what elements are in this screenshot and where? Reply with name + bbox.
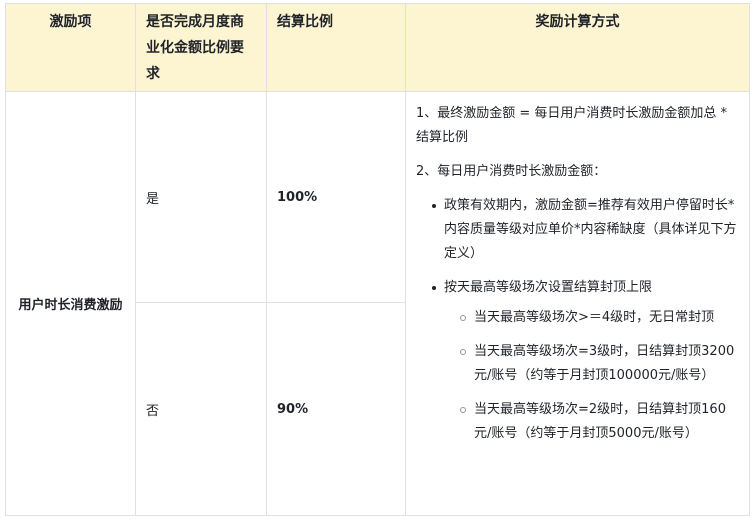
reward-table: 激励项 是否完成月度商 业化金额比例要 求 结算比例 奖励计算方式 用户时长消费… [5, 3, 750, 516]
ratio-cell-100: 100% [266, 91, 406, 303]
header-calc: 奖励计算方式 [405, 3, 750, 92]
header-row: 激励项 是否完成月度商 业化金额比例要 求 结算比例 奖励计算方式 [5, 3, 750, 92]
calc-cell: 1、最终激励金额 = 每日用户消费时长激励金额加总 * 结算比例 2、每日用户消… [405, 91, 750, 516]
ratio-value: 100% [277, 189, 318, 205]
calc-sub-2: 当天最高等级场次=3级时，日结算封顶3200元/账号（约等于月封顶100000元… [474, 344, 735, 383]
calc-sub-3: 当天最高等级场次=2级时，日结算封顶160元/账号（约等于月封顶5000元/账号… [474, 402, 726, 441]
bullet-dot-icon [432, 204, 436, 208]
calc-para-2: 2、每日用户消费时长激励金额： [416, 164, 607, 179]
list-item: 政策有效期内，激励金额=推荐有效用户停留时长*内容质量等级对应单价*内容稀缺度（… [416, 194, 739, 266]
header-done-label: 是否完成月度商 业化金额比例要 求 [136, 4, 266, 87]
header-calc-label: 奖励计算方式 [535, 14, 620, 30]
header-item: 激励项 [5, 3, 136, 92]
calc-bullet-list: 政策有效期内，激励金额=推荐有效用户停留时长*内容质量等级对应单价*内容稀缺度（… [416, 194, 739, 446]
page: 激励项 是否完成月度商 业化金额比例要 求 结算比例 奖励计算方式 用户时长消费… [0, 0, 754, 520]
list-item: 当天最高等级场次>＝4级时，无日常封顶 [444, 306, 739, 330]
bullet-ring-icon [460, 349, 466, 355]
done-cell-no: 否 [135, 302, 267, 516]
bullet-ring-icon [460, 407, 466, 413]
calc-bullet-1: 政策有效期内，激励金额=推荐有效用户停留时长*内容质量等级对应单价*内容稀缺度（… [444, 198, 737, 261]
header-done: 是否完成月度商 业化金额比例要 求 [135, 3, 267, 92]
ratio-cell-90: 90% [266, 302, 406, 516]
calc-sub-list: 当天最高等级场次>＝4级时，无日常封顶 当天最高等级场次=3级时，日结算封顶32… [444, 306, 739, 446]
calc-para-1: 1、最终激励金额 = 每日用户消费时长激励金额加总 * 结算比例 [416, 106, 728, 145]
header-ratio: 结算比例 [266, 3, 406, 92]
ratio-value: 90% [277, 401, 309, 417]
bullet-ring-icon [460, 315, 466, 321]
header-item-label: 激励项 [49, 14, 92, 30]
header-done-line2: 业化金额比例要 [146, 40, 244, 56]
calc-content: 1、最终激励金额 = 每日用户消费时长激励金额加总 * 结算比例 2、每日用户消… [416, 102, 739, 446]
done-cell-yes: 是 [135, 91, 267, 303]
list-item: 当天最高等级场次=3级时，日结算封顶3200元/账号（约等于月封顶100000元… [444, 340, 739, 388]
header-done-line3: 求 [146, 66, 160, 82]
done-value: 否 [146, 403, 160, 419]
list-item: 当天最高等级场次=2级时，日结算封顶160元/账号（约等于月封顶5000元/账号… [444, 398, 739, 446]
item-name: 用户时长消费激励 [18, 298, 123, 313]
bullet-dot-icon [432, 286, 436, 290]
header-done-line1: 是否完成月度商 [146, 14, 244, 30]
calc-sub-1: 当天最高等级场次>＝4级时，无日常封顶 [474, 310, 715, 325]
item-name-cell: 用户时长消费激励 [5, 91, 136, 516]
list-item: 按天最高等级场次设置结算封顶上限 当天最高等级场次>＝4级时，无日常封顶 当天最… [416, 276, 739, 446]
header-ratio-label: 结算比例 [277, 14, 333, 30]
done-value: 是 [146, 191, 160, 207]
table-row: 用户时长消费激励 是 100% 1、最终激励金额 = 每日用户消费时长激励金额加… [5, 91, 750, 516]
calc-bullet-2: 按天最高等级场次设置结算封顶上限 [444, 280, 653, 295]
